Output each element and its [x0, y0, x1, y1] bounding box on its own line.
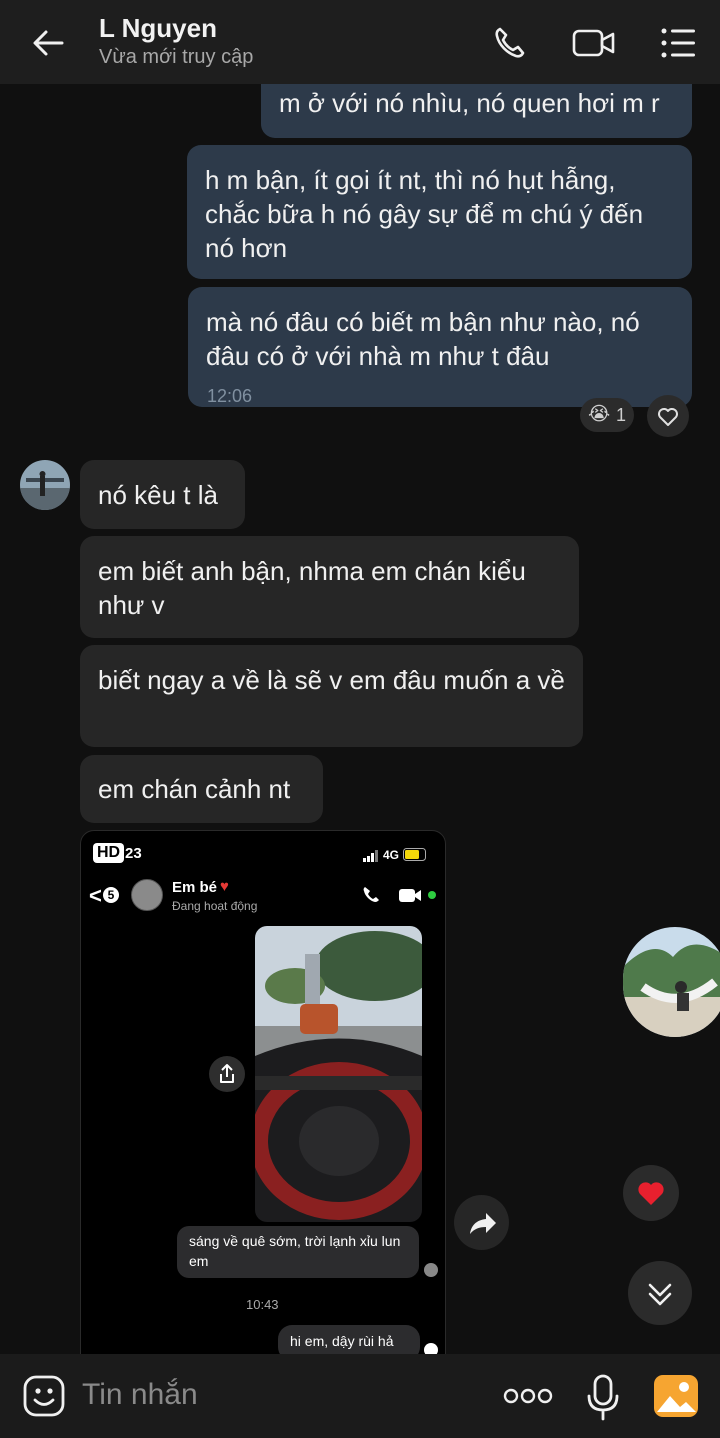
video-icon: [399, 886, 425, 909]
menu-list-icon[interactable]: [656, 20, 702, 66]
shared-screenshot-image[interactable]: HD 23 4G < 5 Em bé ♥ Đang hoạt động sáng…: [80, 830, 446, 1370]
unread-count: 5: [103, 887, 119, 903]
microphone-icon[interactable]: [583, 1374, 623, 1422]
chat-header: L Nguyen Vừa mới truy cập: [0, 0, 720, 84]
photo-caption-bubble: sáng về quê sớm, trời lạnh xỉu lun em: [177, 1226, 419, 1278]
photo-caption: sáng về quê sớm, trời lạnh xỉu lun em: [189, 1233, 401, 1269]
video-call-icon[interactable]: [571, 20, 617, 66]
seen-avatar: [424, 1263, 438, 1277]
chat-status: Đang hoạt động: [172, 899, 258, 913]
message-input[interactable]: Tin nhắn: [82, 1378, 198, 1412]
network-label: 4G: [383, 848, 400, 862]
signal-icon: [363, 849, 379, 867]
forward-icon[interactable]: [454, 1195, 509, 1250]
hd-badge: HD: [93, 843, 125, 863]
photo-reply: hi em, dậy rùi hả: [290, 1333, 394, 1349]
contact-name[interactable]: L Nguyen: [99, 13, 217, 44]
phone-icon: [361, 885, 381, 910]
message-bubble-outgoing[interactable]: h m bận, ít gọi ít nt, thì nó hụt hẫng, …: [187, 145, 692, 279]
share-icon: [209, 1056, 245, 1092]
chevron-left-icon: <: [89, 883, 102, 908]
contact-status: Vừa mới truy cập: [99, 46, 254, 68]
message-text: m ở với nó nhìu, nó quen hơi m r: [279, 88, 660, 118]
floating-chat-head-avatar[interactable]: [623, 927, 720, 1037]
message-text: h m bận, ít gọi ít nt, thì nó hụt hẫng, …: [205, 165, 644, 263]
reaction-badge[interactable]: 😭 1: [580, 398, 634, 432]
message-text: em chán cảnh nt: [98, 774, 291, 804]
more-dots-icon[interactable]: [503, 1384, 553, 1408]
scroll-down-button[interactable]: [628, 1261, 692, 1325]
message-bubble-incoming[interactable]: em biết anh bận, nhma em chán kiểu như v: [80, 536, 579, 638]
heart-icon: [638, 1182, 664, 1205]
crying-emoji-icon: 😭: [588, 404, 611, 425]
chat-avatar: [131, 879, 163, 911]
message-composer: Tin nhắn: [0, 1354, 720, 1438]
phone-icon[interactable]: [488, 20, 534, 66]
photo-time: 10:43: [246, 1297, 279, 1312]
message-bubble-incoming[interactable]: em chán cảnh nt: [80, 755, 323, 823]
car-photo: [255, 926, 422, 1222]
message-text: biết ngay a về là sẽ v em đâu muốn a về: [98, 665, 565, 695]
online-dot: [428, 891, 436, 899]
heart-outline-icon[interactable]: [647, 395, 689, 437]
status-time: 23: [125, 845, 142, 862]
sticker-icon[interactable]: [22, 1374, 66, 1418]
message-text: nó kêu t là: [98, 480, 218, 510]
message-bubble-incoming[interactable]: nó kêu t là: [80, 460, 245, 529]
message-bubble-incoming[interactable]: biết ngay a về là sẽ v em đâu muốn a về: [80, 645, 583, 747]
message-text: em biết anh bận, nhma em chán kiểu như v: [98, 556, 526, 620]
double-chevron-down-icon: [648, 1283, 672, 1306]
reaction-count: 1: [616, 405, 627, 425]
chat-name: Em bé: [172, 879, 218, 896]
back-arrow-icon[interactable]: [26, 20, 72, 66]
heart-react-button[interactable]: [623, 1165, 679, 1221]
message-time: 12:06: [207, 386, 253, 406]
message-text: mà nó đâu có biết m bận như nào, nó đâu …: [206, 307, 640, 371]
contact-avatar[interactable]: [20, 460, 70, 510]
heart-icon: ♥: [220, 878, 229, 895]
gallery-icon[interactable]: [653, 1374, 699, 1418]
battery-icon: [403, 848, 429, 867]
message-bubble-outgoing[interactable]: mà nó đâu có biết m bận như nào, nó đâu …: [188, 287, 692, 407]
